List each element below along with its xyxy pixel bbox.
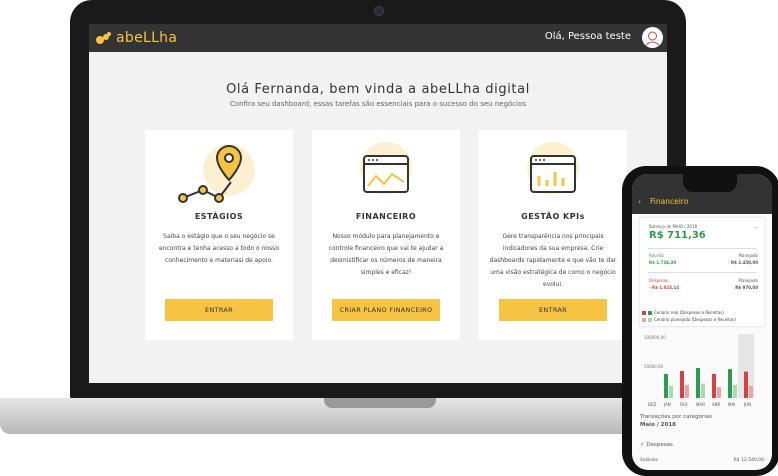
laptop-notch bbox=[324, 398, 436, 408]
camera-icon bbox=[374, 6, 384, 16]
y-tick-top: 100000,00 bbox=[644, 335, 666, 340]
page-subtitle: Confira seu dashboard, essas tarefas são… bbox=[229, 100, 527, 108]
card-estagios: ESTÁGIOS Saiba o estágio que o seu negóc… bbox=[145, 130, 293, 340]
avatar[interactable] bbox=[642, 27, 663, 48]
transactions-period[interactable]: Maio / 2018 bbox=[640, 422, 676, 428]
chart-bar-jan-s0 bbox=[664, 374, 668, 398]
browser-bar-chart-icon bbox=[527, 142, 579, 194]
row-label: Salários bbox=[640, 458, 658, 463]
back-icon[interactable]: ‹ bbox=[638, 197, 641, 206]
expense-label: Despesas bbox=[649, 278, 669, 283]
legend-real: Cenário real (Despesas e Receitas) bbox=[642, 310, 724, 315]
chart-bar-mar-s0 bbox=[696, 368, 700, 398]
income-planned-label: Planejado bbox=[738, 253, 758, 258]
x-tick-label: MAI bbox=[728, 402, 735, 407]
chevron-down-icon[interactable]: ⌄ bbox=[755, 224, 758, 229]
chart-bar-mar-s1 bbox=[701, 383, 705, 398]
phone-title: Financeiro bbox=[650, 197, 689, 206]
chart-bar-jun-s1 bbox=[749, 386, 753, 398]
card-gestao-kpis: GESTÃO KPIs Gere transparência nos princ… bbox=[479, 130, 627, 340]
brand-name: abeLLha bbox=[116, 30, 178, 46]
phone-screen: ‹ Financeiro Balanço de MAIO / 2018 ⌄ R$… bbox=[632, 174, 772, 470]
x-tick-label: FEV bbox=[680, 402, 688, 407]
user-avatar-icon bbox=[645, 31, 660, 46]
chart-bar-abr-s1 bbox=[717, 387, 721, 398]
create-financial-plan-button[interactable]: CRIAR PLANO FINANCEIRO bbox=[332, 299, 440, 321]
expense-value: - R$ 1.023,14 bbox=[649, 285, 680, 290]
card-title: FINANCEIRO bbox=[355, 212, 417, 221]
chart-bar-jan-s1 bbox=[669, 386, 673, 398]
x-tick-label: MAR bbox=[696, 402, 705, 407]
top-app-bar: abeLLha Olá, Pessoa teste bbox=[89, 24, 667, 52]
chart-bar-mai-s1 bbox=[733, 384, 737, 398]
divider bbox=[648, 272, 756, 273]
card-description: Nosso módulo para planejamento e control… bbox=[328, 233, 444, 276]
brand-logo[interactable]: abeLLha bbox=[95, 28, 177, 48]
route-pin-icon bbox=[178, 144, 255, 203]
income-value: R$ 1.734,30 bbox=[649, 260, 676, 265]
divider bbox=[648, 248, 756, 249]
row-value: R$ 12.540,00 bbox=[733, 458, 764, 463]
chart-bar-mai-s0 bbox=[728, 369, 732, 398]
kpis-enter-button[interactable]: ENTRAR bbox=[499, 299, 607, 321]
browser-line-chart-icon bbox=[360, 142, 412, 194]
transactions-label: Transações por categorias bbox=[640, 414, 712, 420]
income-planned-value: R$ 2.450,00 bbox=[731, 260, 758, 265]
income-label: Receita bbox=[649, 253, 664, 258]
x-tick-label: ABR bbox=[712, 402, 720, 407]
expenses-section: ✓ Despesas bbox=[640, 442, 673, 448]
x-tick-label: JAN bbox=[663, 402, 671, 407]
chart-bar-jun-s0 bbox=[744, 371, 748, 398]
card-financeiro: FINANCEIRO Nosso módulo para planejament… bbox=[312, 130, 460, 340]
x-tick-label: DEZ bbox=[648, 402, 657, 407]
phone-notch bbox=[683, 174, 737, 192]
card-description: Gere transparência nos principais indica… bbox=[489, 233, 617, 288]
y-tick-mid: 50000,00 bbox=[644, 364, 664, 369]
chart-bar-fev-s0 bbox=[680, 371, 684, 398]
card-description: Saiba o estágio que o seu negócio se enc… bbox=[159, 233, 279, 264]
balance-label: Balanço de MAIO / 2018 bbox=[649, 224, 698, 229]
x-tick-label: JUN bbox=[743, 402, 751, 407]
bar-chart: 100000,00 50000,00 DEZ JAN FEV MAR ABR MAI JUN bbox=[644, 334, 754, 407]
chart-bar-abr-s0 bbox=[712, 374, 716, 398]
bee-logo-icon bbox=[96, 32, 111, 44]
user-greeting: Olá, Pessoa teste bbox=[544, 31, 631, 42]
card-title: ESTÁGIOS bbox=[194, 212, 244, 221]
balance-value: R$ 711,36 bbox=[649, 230, 706, 241]
expense-planned-label: Planejado bbox=[738, 278, 758, 283]
estagios-enter-button[interactable]: ENTRAR bbox=[165, 299, 273, 321]
laptop-screen: abeLLha Olá, Pessoa teste Olá Fernanda, … bbox=[89, 24, 667, 383]
chart-bar-fev-s1 bbox=[685, 384, 689, 398]
card-title: GESTÃO KPIs bbox=[521, 212, 585, 221]
page-title: Olá Fernanda, bem vinda a abeLLha digita… bbox=[226, 82, 530, 97]
expense-planned-value: R$ 970,00 bbox=[735, 285, 758, 290]
legend-planned: Cenário planejado (Despesas e Receitas) bbox=[642, 317, 736, 322]
